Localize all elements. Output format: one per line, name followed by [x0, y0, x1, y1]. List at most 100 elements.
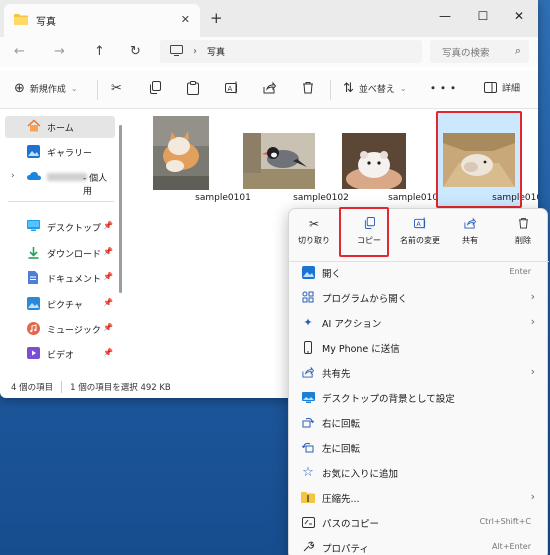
- chevron-down-icon: ⌄: [399, 84, 407, 93]
- close-window-icon[interactable]: ✕: [504, 6, 534, 26]
- paste-icon[interactable]: [187, 81, 199, 95]
- file-item[interactable]: sample0102: [237, 112, 349, 208]
- copy-icon[interactable]: [149, 81, 161, 94]
- menu-item-open-with[interactable]: プログラムから開く ›: [289, 285, 549, 309]
- cut-icon[interactable]: ✂: [111, 81, 122, 96]
- back-icon[interactable]: ←: [14, 44, 25, 59]
- desktop-icon: [27, 220, 40, 233]
- share-icon: [446, 217, 494, 231]
- more-options-icon[interactable]: ・・・: [427, 79, 459, 96]
- menu-item-send-to-phone[interactable]: My Phone に送信: [289, 335, 549, 359]
- delete-icon[interactable]: [302, 81, 314, 94]
- chevron-right-icon: ›: [530, 315, 535, 328]
- search-placeholder: 写真の検索: [442, 47, 490, 59]
- pin-icon[interactable]: 📌: [103, 348, 113, 357]
- menu-item-copy-path[interactable]: パスのコピー Ctrl+Shift+C: [289, 510, 549, 534]
- wallpaper-icon: [301, 390, 315, 404]
- sidebar-divider: [8, 201, 114, 202]
- menu-item-label: プロパティ: [322, 544, 369, 555]
- sidebar-label: ビデオ: [47, 350, 75, 361]
- pin-icon[interactable]: 📌: [103, 221, 113, 230]
- open-icon: [301, 265, 315, 279]
- share-button[interactable]: 共有: [446, 217, 494, 246]
- search-input[interactable]: 写真の検索 ⌕: [430, 40, 529, 63]
- chevron-right-icon: ›: [530, 490, 535, 503]
- breadcrumb-photos[interactable]: 写真: [207, 45, 225, 58]
- refresh-icon[interactable]: ↻: [130, 44, 141, 59]
- menu-item-open[interactable]: 開く Enter: [289, 260, 549, 284]
- menu-item-share-to[interactable]: 共有先 ›: [289, 360, 549, 384]
- details-label: 詳細: [502, 84, 521, 94]
- selection-highlight-frame: [436, 111, 522, 208]
- sidebar-label: - 個人用: [83, 174, 108, 197]
- status-divider: [61, 381, 63, 393]
- sidebar-item-music[interactable]: ミュージック 📌: [5, 318, 115, 340]
- menu-item-label: プログラムから開く: [322, 294, 408, 305]
- menu-item-label: 右に回転: [322, 419, 361, 430]
- file-item[interactable]: sample0101: [139, 112, 251, 208]
- pin-icon[interactable]: 📌: [103, 272, 113, 281]
- menu-item-label: パスのコピー: [322, 519, 380, 530]
- pin-icon[interactable]: 📌: [103, 247, 113, 256]
- toolbar-divider: [97, 80, 98, 100]
- video-icon: [27, 347, 40, 360]
- pictures-icon: [27, 297, 40, 310]
- delete-button[interactable]: 削除: [499, 217, 547, 246]
- sidebar-label: ドキュメント: [47, 274, 102, 285]
- sidebar-item-videos[interactable]: ビデオ 📌: [5, 343, 115, 365]
- item-count: 4 個の項目: [11, 383, 54, 393]
- sidebar-item-desktop[interactable]: デスクトップ 📌: [5, 216, 115, 238]
- pin-icon[interactable]: 📌: [103, 323, 113, 332]
- menu-item-ai-actions[interactable]: ✦ AI アクション ›: [289, 310, 549, 334]
- rename-icon[interactable]: A: [225, 81, 239, 94]
- menu-item-rotate-right[interactable]: 右に回転: [289, 410, 549, 434]
- menu-item-label: お気に入りに追加: [322, 469, 399, 480]
- toolbar-divider: [330, 80, 331, 100]
- menu-item-properties[interactable]: プロパティ Alt+Enter: [289, 535, 549, 555]
- apps-icon: [301, 290, 315, 304]
- chevron-right-icon[interactable]: ›: [11, 171, 15, 181]
- sidebar-item-gallery[interactable]: ギャラリー: [5, 141, 115, 163]
- document-icon: [27, 271, 40, 284]
- sidebar-scrollbar[interactable]: [119, 125, 122, 293]
- menu-item-set-wallpaper[interactable]: デスクトップの背景として設定: [289, 385, 549, 409]
- phone-icon: [301, 340, 315, 354]
- sidebar-item-pictures[interactable]: ピクチャ 📌: [5, 293, 115, 315]
- file-item[interactable]: sample0106: [332, 112, 444, 208]
- cut-button[interactable]: ✂ 切り取り: [290, 217, 338, 246]
- close-tab-icon[interactable]: ✕: [181, 13, 190, 26]
- tab-photos[interactable]: 写真 ✕: [4, 4, 200, 37]
- menu-item-label: AI アクション: [322, 319, 382, 330]
- cloud-icon: [27, 171, 41, 184]
- up-icon[interactable]: ↑: [94, 44, 105, 59]
- thumbnail-hamster: [342, 133, 406, 189]
- rename-button[interactable]: A 名前の変更: [394, 217, 446, 246]
- menu-item-rotate-left[interactable]: 左に回転: [289, 435, 549, 459]
- rotate-left-icon: [301, 440, 315, 454]
- minimize-icon[interactable]: —: [430, 6, 460, 26]
- maximize-icon[interactable]: ☐: [468, 6, 498, 26]
- new-button[interactable]: ⊕ 新規作成 ⌄: [14, 81, 78, 96]
- new-tab-icon[interactable]: +: [210, 9, 223, 27]
- sidebar-item-downloads[interactable]: ダウンロード 📌: [5, 242, 115, 264]
- title-bar: 写真 ✕ + — ☐ ✕: [0, 0, 538, 37]
- home-icon: [27, 119, 41, 132]
- sidebar-item-documents[interactable]: ドキュメント 📌: [5, 267, 115, 289]
- share-label: 共有: [462, 236, 478, 245]
- sidebar-item-onedrive[interactable]: › - 個人用: [5, 166, 115, 197]
- sidebar-item-home[interactable]: ホーム: [5, 116, 115, 138]
- sidebar-label: ホーム: [47, 123, 74, 134]
- share-icon[interactable]: [263, 81, 276, 94]
- navigation-pane: ホーム ギャラリー › - 個人用 デスクトップ 📌 ダウンロード 📌 ドキュメ…: [0, 110, 126, 376]
- forward-icon[interactable]: →: [54, 44, 65, 59]
- pin-icon[interactable]: 📌: [103, 298, 113, 307]
- sort-button[interactable]: ⇅ 並べ替え ⌄: [343, 81, 407, 96]
- menu-item-label: 圧縮先...: [322, 494, 360, 505]
- details-button[interactable]: 詳細: [484, 81, 520, 94]
- rotate-right-icon: [301, 415, 315, 429]
- delete-icon: [499, 217, 547, 231]
- menu-item-add-favorite[interactable]: ☆ お気に入りに追加: [289, 460, 549, 484]
- address-input[interactable]: › 写真: [160, 40, 422, 63]
- menu-item-compress[interactable]: 圧縮先... ›: [289, 485, 549, 509]
- svg-text:A: A: [228, 85, 233, 93]
